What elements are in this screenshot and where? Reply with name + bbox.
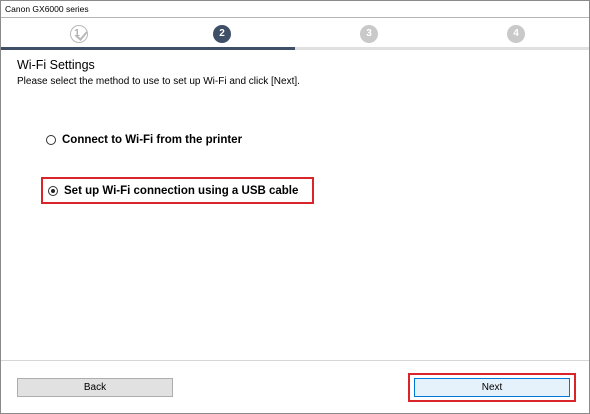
installer-window: Canon GX6000 series 1 2 3 4 Wi-Fi Settin… <box>0 0 590 414</box>
radio-button-unchecked[interactable] <box>46 135 56 145</box>
footer-divider <box>1 360 589 361</box>
option-label: Connect to Wi-Fi from the printer <box>62 134 243 146</box>
radio-button-checked[interactable] <box>48 185 58 196</box>
step-2: 2 <box>213 25 231 43</box>
step-indicator: 1 2 3 4 <box>1 19 589 49</box>
window-title: Canon GX6000 series <box>5 4 89 14</box>
progress-fill <box>1 47 295 50</box>
step-3: 3 <box>360 25 378 43</box>
step-4: 4 <box>507 25 525 43</box>
title-bar: Canon GX6000 series <box>1 1 589 18</box>
option-connect-from-printer[interactable]: Connect to Wi-Fi from the printer <box>46 128 242 152</box>
option-label: Set up Wi-Fi connection using a USB cabl… <box>64 184 299 197</box>
instruction-text: Please select the method to use to set u… <box>17 76 300 87</box>
page-title: Wi-Fi Settings <box>17 58 95 72</box>
step-1: 1 <box>70 25 88 43</box>
next-button[interactable]: Next <box>414 378 570 397</box>
step-4-circle: 4 <box>507 25 525 43</box>
back-button[interactable]: Back <box>17 378 173 397</box>
step-2-circle: 2 <box>213 25 231 43</box>
step-3-circle: 3 <box>360 25 378 43</box>
option-usb-cable[interactable]: Set up Wi-Fi connection using a USB cabl… <box>41 177 314 204</box>
